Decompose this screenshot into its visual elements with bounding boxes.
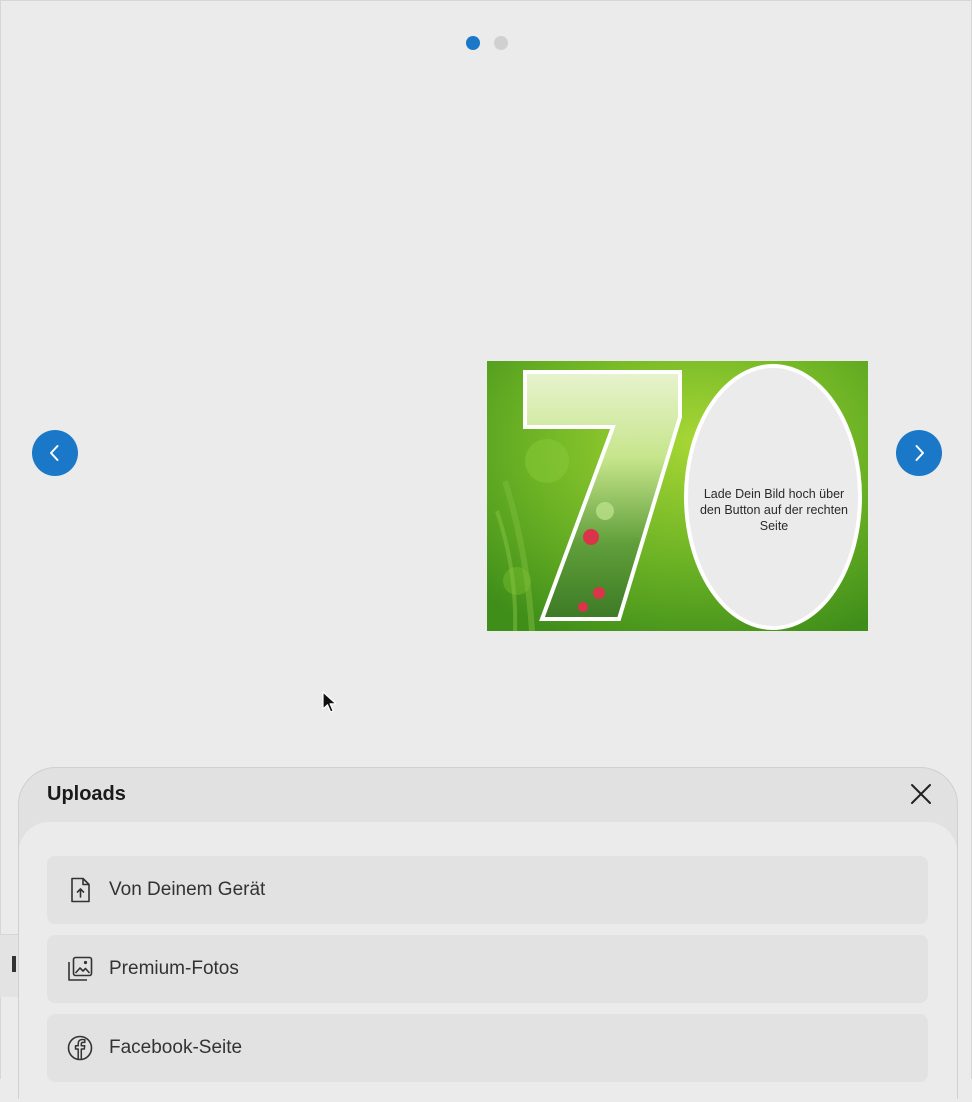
chevron-left-icon bbox=[50, 445, 59, 461]
pager-dot-2[interactable] bbox=[494, 36, 508, 50]
underlying-text-fragment bbox=[12, 956, 16, 972]
chevron-right-icon bbox=[915, 445, 924, 461]
mouse-cursor-icon bbox=[322, 691, 337, 713]
slide-pager bbox=[466, 36, 508, 50]
close-button[interactable] bbox=[907, 780, 935, 808]
upload-from-device-label: Von Deinem Gerät bbox=[109, 879, 266, 900]
pager-dot-1[interactable] bbox=[466, 36, 480, 50]
card-upload-hint: Lade Dein Bild hoch über den Button auf … bbox=[699, 487, 849, 533]
uploads-panel-title: Uploads bbox=[47, 783, 126, 805]
upload-file-icon bbox=[67, 877, 93, 903]
uploads-options-list: Von Deinem Gerät Premium-Fotos Facebook-… bbox=[19, 822, 957, 1102]
previous-slide-button[interactable] bbox=[32, 430, 78, 476]
facebook-icon bbox=[67, 1035, 93, 1061]
photo-library-icon bbox=[67, 956, 93, 982]
card-preview[interactable]: Lade Dein Bild hoch über den Button auf … bbox=[487, 361, 868, 631]
close-icon bbox=[911, 784, 931, 804]
underlying-panel-stub bbox=[0, 934, 20, 997]
next-slide-button[interactable] bbox=[896, 430, 942, 476]
premium-photos-label: Premium-Fotos bbox=[109, 958, 239, 979]
facebook-page-option[interactable]: Facebook-Seite bbox=[47, 1014, 928, 1082]
premium-photos-option[interactable]: Premium-Fotos bbox=[47, 935, 928, 1003]
facebook-page-label: Facebook-Seite bbox=[109, 1037, 243, 1058]
uploads-panel: Uploads Von Deinem Gerät Premium-Fotos F… bbox=[18, 767, 958, 1102]
upload-from-device-option[interactable]: Von Deinem Gerät bbox=[47, 856, 928, 924]
